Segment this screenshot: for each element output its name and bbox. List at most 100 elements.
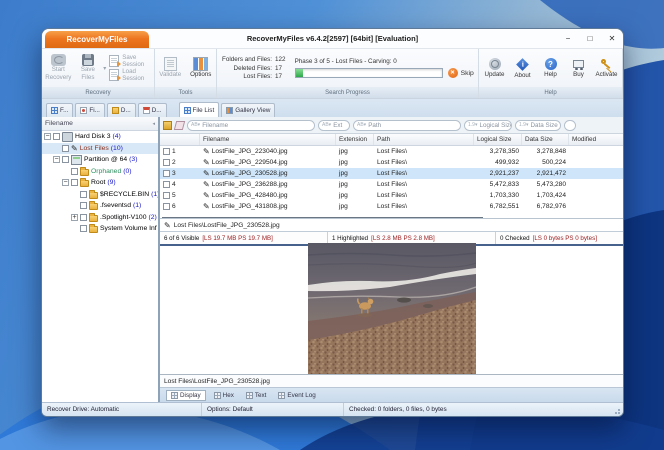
tree-checkbox[interactable] [80,214,87,221]
event-log-icon [278,392,285,399]
tab-hex[interactable]: Hex [210,390,238,401]
expander-icon[interactable]: − [44,133,51,140]
tab-file-view[interactable]: Fi... [75,103,105,117]
column-logical-size[interactable]: Logical Size [474,134,522,145]
validate-button[interactable]: Validate [157,57,184,79]
tree-checkbox[interactable] [62,156,69,163]
tree-item-system-volume[interactable]: System Volume Inf [42,223,158,235]
tree-item-orphaned[interactable]: Orphaned (0) [42,166,158,178]
table-row-selected[interactable]: 3 ✎LostFile_JPG_230528.jpg jpg Lost File… [160,168,623,179]
tab-hex-label: Hex [223,392,234,399]
tree-checkbox[interactable] [80,225,87,232]
display-icon [171,392,178,399]
row-checkbox[interactable] [163,170,170,177]
filter-logical-size-input[interactable]: 1.9▾ Logical Size [464,120,512,131]
tree-checkbox[interactable] [71,168,78,175]
filter-path-input[interactable]: AB▾ Path [353,120,461,131]
options-button[interactable]: Options [188,57,215,79]
tree-checkbox[interactable] [71,179,78,186]
save-files-button[interactable]: Save Files [74,54,103,82]
tree-checkbox[interactable] [62,145,69,152]
tab-folder-view-label: F... [60,107,68,114]
tree-checkbox[interactable] [80,191,87,198]
help-button[interactable]: ? Help [537,58,564,78]
tab-gallery-view[interactable]: Gallery View [221,103,275,117]
load-session-button[interactable]: Load Session [109,70,152,81]
table-row[interactable]: 6 ✎LostFile_JPG_431808.jpg jpg Lost File… [160,201,623,212]
activate-button[interactable]: Activate [593,58,620,78]
tab-text[interactable]: Text [242,390,271,401]
selected-file-path: Lost Files\LostFile_JPG_230528.jpg [174,222,280,229]
tree-item-lost-files[interactable]: ✎ Lost Files (10) [42,143,158,155]
tree-item-partition[interactable]: − Partition @ 64 (3) [42,154,158,166]
tree-checkbox[interactable] [80,202,87,209]
file-name: LostFile_JPG_223040.jpg [212,148,288,155]
row-number: 4 [172,181,176,188]
row-checkbox[interactable] [163,159,170,166]
load-session-label: Load Session [122,68,152,82]
tree-checkbox[interactable] [53,133,60,140]
filter-ext-input[interactable]: AB▾ Ext [318,120,350,131]
close-icon[interactable]: ✕ [601,31,623,47]
expander-icon[interactable]: + [71,214,78,221]
clear-filter-icon[interactable] [174,121,185,130]
about-button[interactable]: i About [509,58,536,79]
folder-icon [89,192,98,199]
column-path[interactable]: Path [374,134,474,145]
buy-button[interactable]: Buy [565,58,592,78]
filter-modified-input[interactable] [564,120,576,131]
save-files-dropdown-icon[interactable]: ▾ [103,65,106,72]
minimize-icon[interactable]: − [557,31,579,47]
folder-icon [80,169,89,176]
row-checkbox[interactable] [163,192,170,199]
tree-item-hard-disk[interactable]: − Hard Disk 3 (4) [42,131,158,143]
tab-folder-view[interactable]: F... [46,103,73,117]
row-checkbox[interactable] [163,148,170,155]
expander-icon[interactable]: − [62,179,69,186]
column-filename[interactable]: Filename [200,134,336,145]
column-data-size[interactable]: Data Size [522,134,569,145]
list-scroll-divider[interactable] [160,212,623,218]
date-view-icon [112,107,119,114]
file-list-icon [184,107,191,114]
tab-event-log-label: Event Log [287,392,315,399]
tab-disk-view[interactable]: D... [138,103,167,117]
file-data-size: 2,921,472 [522,170,569,177]
column-extension[interactable]: Extension [336,134,374,145]
table-row[interactable]: 4 ✎LostFile_JPG_236288.jpg jpg Lost File… [160,179,623,190]
filter-filename-input[interactable]: AB▾ Filename [187,120,315,131]
skip-button[interactable]: ✕ Skip [448,68,474,78]
tab-file-list[interactable]: File List [179,102,220,117]
gallery-view-icon [226,107,233,114]
filter-path-placeholder: Path [368,122,381,129]
table-row[interactable]: 1 ✎LostFile_JPG_223040.jpg jpg Lost File… [160,146,623,157]
expander-icon[interactable]: − [53,156,60,163]
save-session-button[interactable]: Save Session [109,56,152,67]
tree-item-root[interactable]: − Root (9) [42,177,158,189]
column-row-number[interactable] [160,134,200,145]
tree-header[interactable]: Filename ◂ [42,117,158,131]
file-list-panel: AB▾ Filename AB▾ Ext AB▾ Path 1.9▾ Logic… [160,117,623,402]
tree-item-spotlight[interactable]: + .Spotlight-V100 (2) [42,212,158,224]
table-row[interactable]: 2 ✎LostFile_JPG_229504.jpg jpg Lost File… [160,157,623,168]
tree-item-recycle-bin[interactable]: $RECYCLE.BIN (1) [42,189,158,201]
table-row[interactable]: 5 ✎LostFile_JPG_428480.jpg jpg Lost File… [160,190,623,201]
tree-pin-icon[interactable]: ◂ [152,121,155,127]
folders-files-value: 122 [275,56,286,63]
start-recovery-button[interactable]: Start Recovery [44,54,73,82]
tab-event-log[interactable]: Event Log [274,390,319,401]
folder-tree-panel: Filename ◂ − Hard Disk 3 (4) ✎ Lost File… [42,117,160,402]
resize-grip[interactable] [612,406,620,414]
ribbon: Start Recovery Save Files ▾ Save Session [42,49,623,99]
maximize-icon[interactable]: □ [579,31,601,47]
filter-data-size-input[interactable]: 1.9▾ Data Size [515,120,561,131]
update-button[interactable]: Update [481,58,508,78]
partition-icon [71,155,82,165]
tab-date-view[interactable]: D... [107,103,136,117]
row-checkbox[interactable] [163,203,170,210]
tree-item-fseventsd[interactable]: .fseventsd (1) [42,200,158,212]
check-tool-icon[interactable] [163,121,172,130]
tab-display[interactable]: Display [166,390,206,401]
row-checkbox[interactable] [163,181,170,188]
column-modified[interactable]: Modified [569,134,623,145]
